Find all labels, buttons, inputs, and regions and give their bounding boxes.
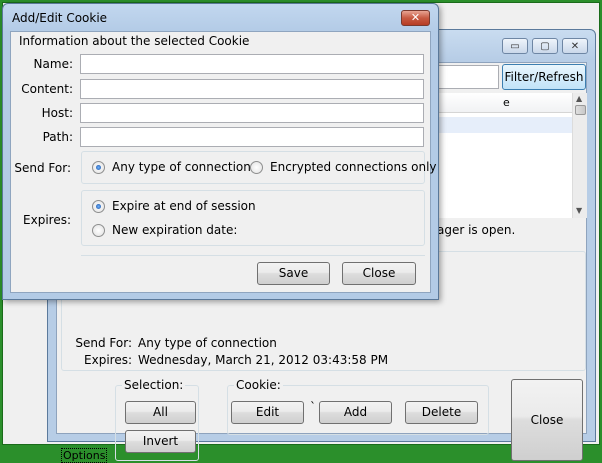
expires-group: Expire at end of session New expiration … bbox=[81, 190, 425, 246]
detail-expires-value: Wednesday, March 21, 2012 03:43:58 PM bbox=[138, 353, 389, 367]
detail-send-for-value: Any type of connection bbox=[138, 336, 277, 350]
filter-refresh-button[interactable]: Filter/Refresh bbox=[502, 64, 586, 90]
stray-tick-mark: ` bbox=[310, 400, 316, 414]
edit-cookie-button[interactable]: Edit bbox=[231, 401, 304, 424]
radio-any-connection[interactable]: Any type of connection bbox=[92, 160, 251, 174]
cookie-actions-group: Cookie: Edit ` Add Delete bbox=[227, 378, 489, 435]
scroll-down-icon[interactable]: ▼ bbox=[576, 206, 582, 215]
list-item[interactable] bbox=[437, 117, 572, 133]
send-for-label: Send For: bbox=[14, 161, 71, 175]
select-all-button[interactable]: All bbox=[125, 401, 196, 424]
scroll-up-icon[interactable]: ▲ bbox=[576, 94, 582, 103]
status-text: ager is open. bbox=[437, 223, 516, 237]
dialog-client: Information about the selected Cookie Na… bbox=[10, 31, 437, 293]
add-edit-cookie-dialog: Add/Edit Cookie ✕ Information about the … bbox=[2, 3, 439, 300]
path-label: Path: bbox=[42, 130, 73, 144]
window-close-icon[interactable]: ✕ bbox=[562, 38, 588, 54]
host-label: Host: bbox=[41, 106, 73, 120]
invert-selection-button[interactable]: Invert bbox=[125, 430, 196, 453]
maximize-icon[interactable]: ▢ bbox=[532, 38, 558, 54]
detail-send-for: Send For: Any type of connection bbox=[74, 336, 277, 350]
host-input[interactable] bbox=[80, 103, 424, 123]
dialog-separator bbox=[81, 255, 425, 256]
name-input[interactable] bbox=[80, 54, 424, 74]
radio-encrypted-only[interactable]: Encrypted connections only bbox=[250, 160, 437, 174]
name-label: Name: bbox=[33, 57, 73, 71]
radio-checked-icon[interactable] bbox=[92, 199, 105, 213]
options-link[interactable]: Options bbox=[61, 448, 108, 463]
delete-cookie-button[interactable]: Delete bbox=[405, 401, 478, 424]
cookie-list[interactable] bbox=[437, 113, 572, 218]
selection-group: Selection: All Invert bbox=[115, 378, 199, 461]
cookie-group-title: Cookie: bbox=[234, 378, 283, 392]
close-manager-button[interactable]: Close bbox=[511, 379, 583, 461]
send-for-group: Any type of connection Encrypted connect… bbox=[81, 151, 437, 184]
expires-label: Expires: bbox=[23, 213, 71, 227]
column-header-label: e bbox=[503, 96, 510, 109]
filter-input[interactable] bbox=[437, 65, 499, 89]
path-input[interactable] bbox=[80, 127, 424, 147]
content-input[interactable] bbox=[80, 79, 424, 99]
selection-group-title: Selection: bbox=[122, 378, 186, 392]
radio-unchecked-icon[interactable] bbox=[250, 160, 263, 174]
dialog-close-button[interactable]: Close bbox=[342, 262, 416, 285]
detail-expires-label: Expires: bbox=[84, 353, 132, 367]
detail-expires: Expires: Wednesday, March 21, 2012 03:43:… bbox=[74, 353, 388, 367]
cookie-list-header[interactable]: e bbox=[437, 93, 572, 113]
radio-new-expiration[interactable]: New expiration date: bbox=[92, 223, 237, 237]
info-heading: Information about the selected Cookie bbox=[19, 34, 250, 48]
radio-new-expiration-label: New expiration date: bbox=[112, 223, 238, 237]
list-scrollbar[interactable]: ▲ ▼ bbox=[572, 93, 587, 218]
radio-expire-session-label: Expire at end of session bbox=[112, 199, 256, 213]
content-label: Content: bbox=[21, 82, 73, 96]
dialog-close-icon[interactable]: ✕ bbox=[401, 10, 430, 26]
radio-encrypted-only-label: Encrypted connections only bbox=[270, 160, 437, 174]
radio-any-connection-label: Any type of connection bbox=[112, 160, 251, 174]
minimize-icon[interactable]: ▭ bbox=[502, 38, 528, 54]
add-cookie-button[interactable]: Add bbox=[319, 401, 392, 424]
dialog-title: Add/Edit Cookie bbox=[12, 11, 108, 25]
radio-unchecked-icon[interactable] bbox=[92, 223, 105, 237]
radio-checked-icon[interactable] bbox=[92, 160, 105, 174]
scroll-thumb[interactable] bbox=[575, 105, 586, 115]
detail-send-for-label: Send For: bbox=[75, 336, 132, 350]
save-button[interactable]: Save bbox=[257, 262, 330, 285]
radio-expire-session[interactable]: Expire at end of session bbox=[92, 199, 256, 213]
